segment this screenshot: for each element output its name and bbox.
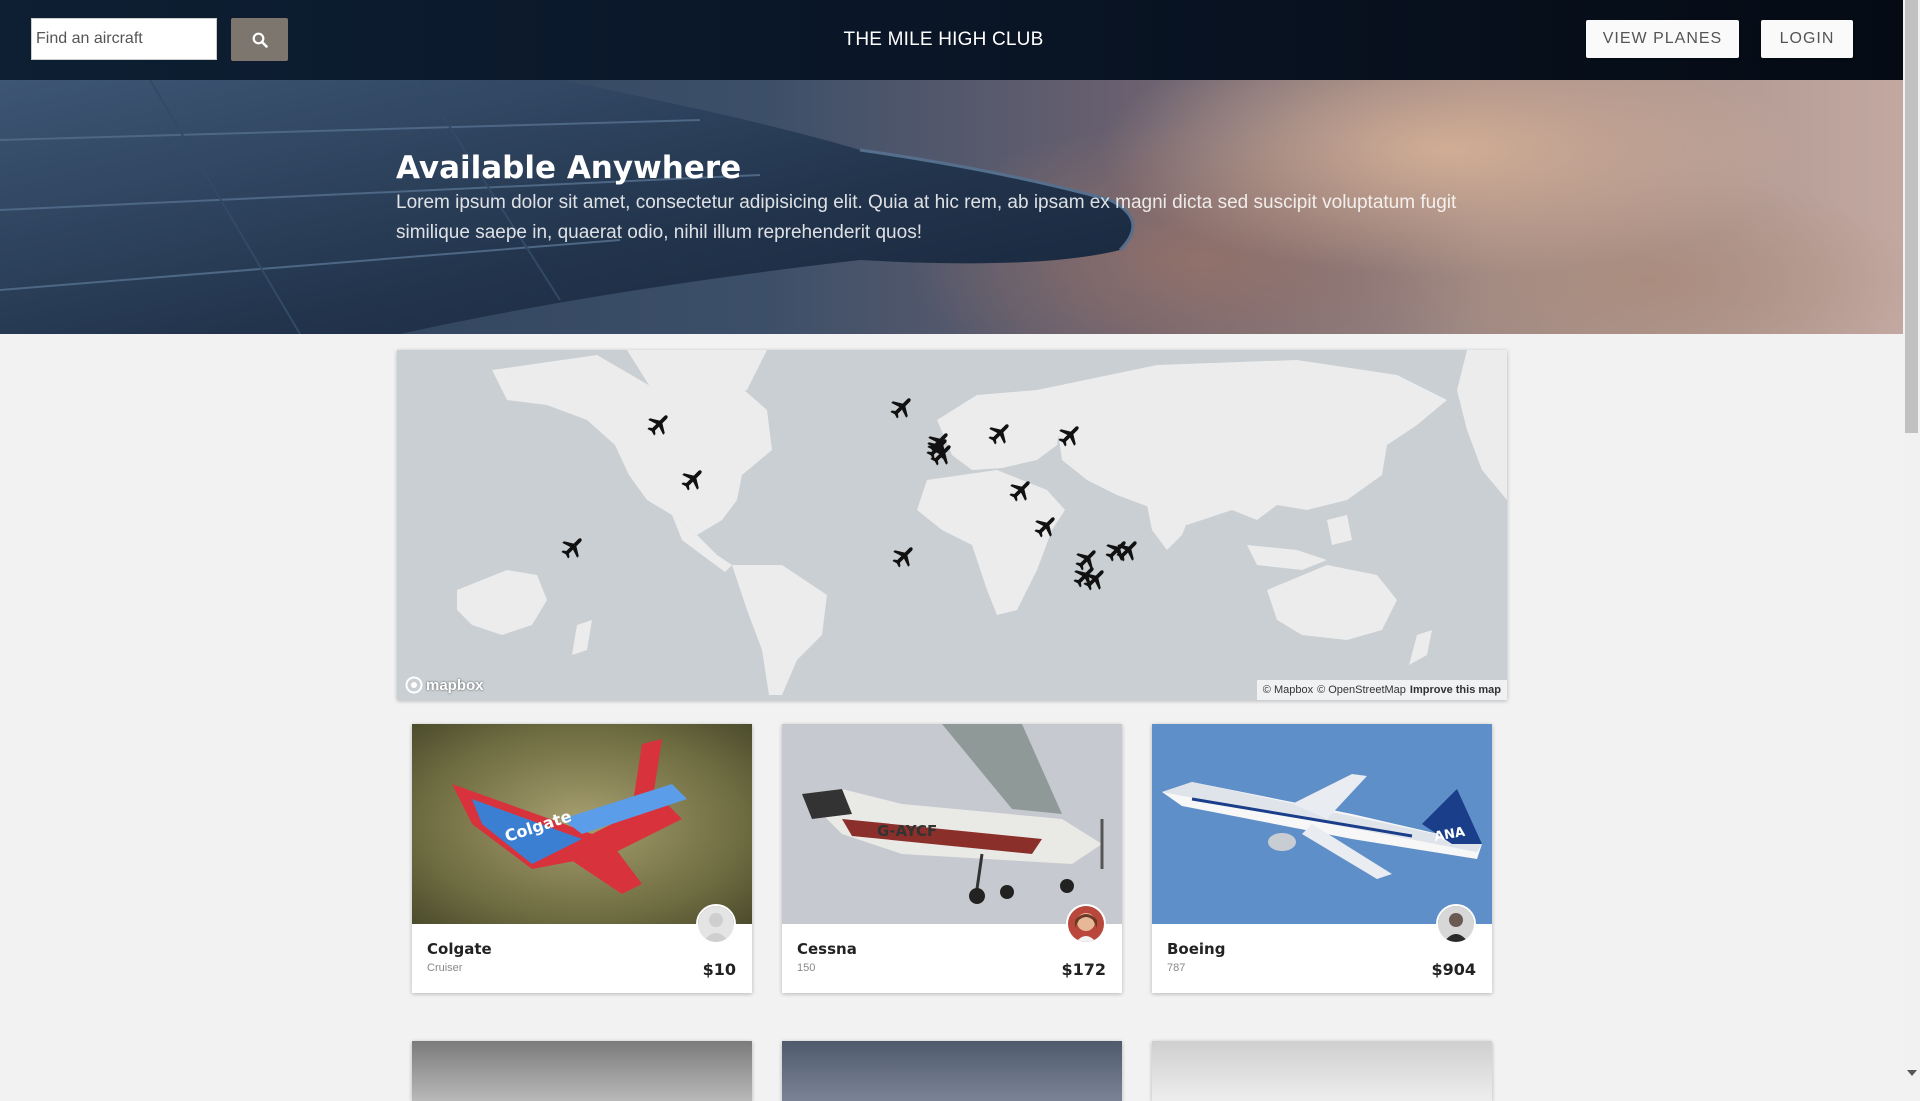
plane-photo: G-AYCF [782, 724, 1122, 924]
login-button[interactable]: LOGIN [1761, 20, 1853, 58]
world-map-land [457, 350, 1507, 695]
plane-card[interactable] [782, 1041, 1122, 1101]
airplane-icon[interactable] [924, 434, 952, 462]
airplane-icon[interactable] [1032, 512, 1060, 540]
airplane-icon[interactable] [679, 465, 707, 493]
owner-photo [1068, 906, 1104, 942]
airplane-icon[interactable] [888, 393, 916, 421]
map-attribution: © Mapbox © OpenStreetMap Improve this ma… [1256, 680, 1507, 700]
search-input[interactable] [31, 18, 217, 60]
hero-title: Available Anywhere [396, 150, 742, 186]
owner-avatar[interactable] [1436, 904, 1476, 944]
owner-avatar[interactable] [696, 904, 736, 944]
svg-text:G-AYCF: G-AYCF [877, 822, 937, 840]
attribution-osm-link[interactable]: © OpenStreetMap [1317, 684, 1406, 696]
default-user-icon [698, 906, 734, 942]
airplane-icon[interactable] [890, 542, 918, 570]
world-map[interactable]: mapbox © Mapbox © OpenStreetMap Improve … [397, 350, 1507, 700]
plane-card[interactable]: Colgate Colgate Cruiser $10 [412, 724, 752, 993]
plane-price: $904 [1431, 960, 1476, 979]
page-scrollbar[interactable] [1903, 0, 1920, 1080]
plane-price: $10 [702, 960, 736, 979]
attribution-mapbox-link[interactable]: © Mapbox [1263, 684, 1313, 696]
search-button[interactable] [231, 18, 288, 61]
airplane-icon[interactable] [645, 410, 673, 438]
plane-card[interactable]: ANA Boeing 787 $904 [1152, 724, 1492, 993]
scroll-down-arrow-icon[interactable] [1907, 1070, 1917, 1076]
airplane-icon[interactable] [986, 419, 1014, 447]
navbar: THE MILE HIGH CLUB VIEW PLANES LOGIN [0, 0, 1903, 80]
plane-model: 787 [1167, 962, 1186, 974]
airplane-icon[interactable] [559, 533, 587, 561]
airplane-icon[interactable] [1007, 476, 1035, 504]
plane-photo [782, 1041, 1122, 1101]
mapbox-logo-text: mapbox [426, 676, 484, 694]
mapbox-logo[interactable]: mapbox [405, 676, 484, 694]
airplane-icon[interactable] [1081, 565, 1109, 593]
plane-card[interactable] [1152, 1041, 1492, 1101]
plane-card[interactable]: G-AYCF Cessna 150 $172 [782, 724, 1122, 993]
plane-make: Colgate [427, 940, 492, 958]
plane-card[interactable] [412, 1041, 752, 1101]
plane-photo [412, 1041, 752, 1101]
plane-model: 150 [797, 962, 816, 974]
plane-model: Cruiser [427, 962, 463, 974]
hero-banner: Available Anywhere Lorem ipsum dolor sit… [0, 80, 1903, 334]
improve-map-link[interactable]: Improve this map [1410, 684, 1501, 696]
plane-make: Boeing [1167, 940, 1226, 958]
airplane-icon[interactable] [1056, 421, 1084, 449]
hero-description: Lorem ipsum dolor sit amet, consectetur … [396, 192, 1457, 243]
scrollbar-thumb[interactable] [1905, 0, 1918, 433]
mapbox-icon [405, 676, 423, 694]
owner-photo [1438, 906, 1474, 942]
plane-price: $172 [1061, 960, 1106, 979]
view-planes-button[interactable]: VIEW PLANES [1586, 20, 1739, 58]
owner-avatar[interactable] [1066, 904, 1106, 944]
plane-photo [1152, 1041, 1492, 1101]
plane-photo: Colgate [412, 724, 752, 924]
plane-make: Cessna [797, 940, 857, 958]
search-icon [252, 32, 268, 48]
airplane-icon[interactable] [1114, 536, 1142, 564]
plane-photo: ANA [1152, 724, 1492, 924]
